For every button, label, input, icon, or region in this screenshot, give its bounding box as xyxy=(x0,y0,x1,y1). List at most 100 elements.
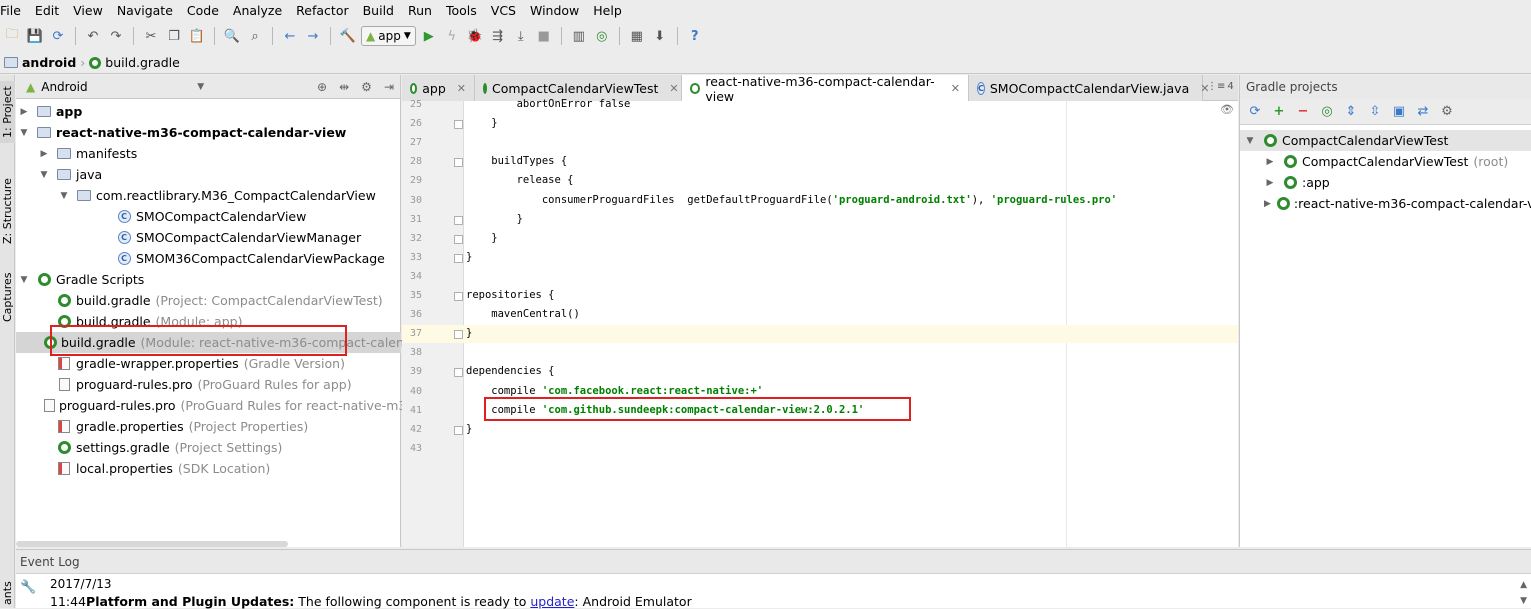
toggle-offline-icon[interactable]: ⇄ xyxy=(1414,103,1432,121)
tree-item[interactable]: build.gradle (Project: CompactCalendarVie… xyxy=(16,290,401,311)
tree-item[interactable]: ▼ Gradle Scripts xyxy=(16,269,401,290)
fold-marker-icon[interactable] xyxy=(454,253,463,263)
find-icon[interactable]: 🔍 xyxy=(222,26,242,46)
close-icon[interactable]: ✕ xyxy=(457,82,466,95)
tab-overflow-button[interactable]: ⋮≡ 4 xyxy=(1207,81,1234,92)
tree-item[interactable]: ▼ react-native-m36-compact-calendar-view xyxy=(16,122,401,143)
eye-icon[interactable]: 👁 xyxy=(1220,103,1234,116)
fold-marker-icon[interactable] xyxy=(454,120,463,130)
fold-marker-icon[interactable] xyxy=(454,330,463,340)
fold-marker-icon[interactable] xyxy=(454,368,463,378)
code-editor[interactable]: 👁 abortOnError false } buildTypes { rele… xyxy=(464,98,1238,547)
redo-icon[interactable]: ↷ xyxy=(106,26,126,46)
scroll-up-icon[interactable]: ▲ xyxy=(1520,580,1527,590)
debug-icon[interactable]: 🐞 xyxy=(465,26,485,46)
menu-item-analyze[interactable]: Analyze xyxy=(233,3,288,18)
tab-app[interactable]: app ✕ xyxy=(402,75,475,101)
fold-marker-icon[interactable] xyxy=(454,234,463,244)
chevron-down-icon[interactable]: ▼ xyxy=(18,128,30,138)
expand-all-icon[interactable]: ⇕ xyxy=(1342,103,1360,121)
fold-marker-icon[interactable] xyxy=(454,158,463,168)
chevron-right-icon[interactable]: ▶ xyxy=(1264,178,1276,188)
stop-icon[interactable]: ■ xyxy=(534,26,554,46)
gradle-tree-item[interactable]: ▶:app xyxy=(1240,172,1531,193)
tab-structure[interactable]: Z: Structure xyxy=(0,171,15,251)
tree-item[interactable]: proguard-rules.pro (ProGuard Rules for re… xyxy=(16,395,406,416)
gradle-tree-root[interactable]: ▼ CompactCalendarViewTest xyxy=(1240,130,1531,151)
menu-item-file[interactable]: File xyxy=(0,3,27,18)
make-project-icon[interactable]: 🔨 xyxy=(338,26,358,46)
save-icon[interactable]: 💾 xyxy=(25,26,45,46)
menu-item-vcs[interactable]: VCS xyxy=(491,3,522,18)
scroll-down-icon[interactable]: ▼ xyxy=(1520,596,1527,606)
forward-icon[interactable]: → xyxy=(303,26,323,46)
run-config-select[interactable]: ▲ app ▼ xyxy=(361,26,416,46)
gradle-tree-item[interactable]: ▶ CompactCalendarViewTest (root) xyxy=(1240,151,1531,172)
menu-item-navigate[interactable]: Navigate xyxy=(117,3,179,18)
gradle-sync-icon[interactable]: ◎ xyxy=(592,26,612,46)
cut-icon[interactable]: ✂ xyxy=(141,26,161,46)
chevron-down-icon[interactable]: ▼ xyxy=(38,170,50,180)
chevron-down-icon[interactable]: ▼ xyxy=(18,275,30,285)
tree-item[interactable]: C SMOCompactCalendarView xyxy=(16,206,401,227)
menu-item-code[interactable]: Code xyxy=(187,3,225,18)
fold-marker-icon[interactable] xyxy=(454,215,463,225)
avd-manager-icon[interactable]: ▥ xyxy=(569,26,589,46)
tree-item[interactable]: ▼ java xyxy=(16,164,401,185)
gradle-tree-item[interactable]: ▶:react-native-m36-compact-calendar-vie xyxy=(1240,193,1531,214)
chevron-down-icon[interactable]: ▼ xyxy=(197,82,204,92)
help-icon[interactable]: ? xyxy=(685,26,705,46)
fold-marker-icon[interactable] xyxy=(454,292,463,301)
settings-icon[interactable]: ⚙ xyxy=(1438,103,1456,121)
tree-item[interactable]: ▶ manifests xyxy=(16,143,401,164)
back-icon[interactable]: ← xyxy=(280,26,300,46)
menu-item-window[interactable]: Window xyxy=(530,3,585,18)
open-folder-icon[interactable]: 🗀 xyxy=(2,26,22,46)
tree-item[interactable]: gradle-wrapper.properties (Gradle Version… xyxy=(16,353,401,374)
tree-item[interactable]: ▼ com.reactlibrary.M36_CompactCalendarVie… xyxy=(16,185,401,206)
tree-item[interactable]: settings.gradle (Project Settings) xyxy=(16,437,401,458)
paste-icon[interactable]: 📋 xyxy=(187,26,207,46)
tab-react-native-module[interactable]: react-native-m36-compact-calendar-view ✕ xyxy=(682,74,969,104)
group-tasks-icon[interactable]: ▣ xyxy=(1390,103,1408,121)
hide-icon[interactable]: ⇥ xyxy=(384,80,394,94)
project-view-select[interactable]: Android xyxy=(41,80,191,94)
chevron-right-icon[interactable]: ▶ xyxy=(1264,157,1276,167)
menu-item-tools[interactable]: Tools xyxy=(446,3,483,18)
tree-item[interactable]: gradle.properties (Project Properties) xyxy=(16,416,401,437)
collapse-all-icon[interactable]: ⇳ xyxy=(1366,103,1384,121)
gear-icon[interactable]: ⚙ xyxy=(361,80,372,94)
tree-item[interactable]: C SMOM36CompactCalendarViewPackage xyxy=(16,248,401,269)
tab-captures[interactable]: Captures xyxy=(0,267,15,327)
chevron-right-icon[interactable]: ▶ xyxy=(18,107,30,117)
chevron-right-icon[interactable]: ▶ xyxy=(38,149,50,159)
event-settings-icon[interactable]: 🔧 xyxy=(20,580,36,595)
run-icon[interactable]: ▶ xyxy=(419,26,439,46)
tab-build-variants[interactable]: ants xyxy=(0,578,15,608)
remove-icon[interactable]: − xyxy=(1294,103,1312,121)
update-link[interactable]: update xyxy=(530,594,574,609)
breadcrumb-root[interactable]: android xyxy=(22,55,76,70)
fold-marker-icon[interactable] xyxy=(454,425,463,435)
profile-icon[interactable]: ⇶ xyxy=(488,26,508,46)
close-icon[interactable]: ✕ xyxy=(669,82,678,95)
menu-item-help[interactable]: Help xyxy=(593,3,628,18)
replace-icon[interactable]: ⌕ xyxy=(245,26,265,46)
tab-project[interactable]: 1: Project xyxy=(0,81,15,143)
project-structure-icon[interactable]: ▦ xyxy=(627,26,647,46)
breadcrumb-file[interactable]: build.gradle xyxy=(105,55,180,70)
horizontal-scrollbar[interactable] xyxy=(16,541,288,547)
undo-icon[interactable]: ↶ xyxy=(83,26,103,46)
close-icon[interactable]: ✕ xyxy=(951,82,960,95)
refresh-icon[interactable]: ⟳ xyxy=(1246,103,1264,121)
sdk-manager-icon[interactable]: ⬇ xyxy=(650,26,670,46)
collapse-all-icon[interactable]: ⇹ xyxy=(339,80,349,94)
menu-item-refactor[interactable]: Refactor xyxy=(296,3,354,18)
chevron-right-icon[interactable]: ▶ xyxy=(1264,199,1271,209)
sync-icon[interactable]: ⟳ xyxy=(48,26,68,46)
menu-item-run[interactable]: Run xyxy=(408,3,438,18)
add-icon[interactable]: + xyxy=(1270,103,1288,121)
attach-debugger-icon[interactable]: ⤓ xyxy=(511,26,531,46)
scroll-from-source-icon[interactable]: ⊕ xyxy=(317,80,327,94)
tab-smocompactcalendarview[interactable]: C SMOCompactCalendarView.java ✕ xyxy=(969,75,1209,101)
